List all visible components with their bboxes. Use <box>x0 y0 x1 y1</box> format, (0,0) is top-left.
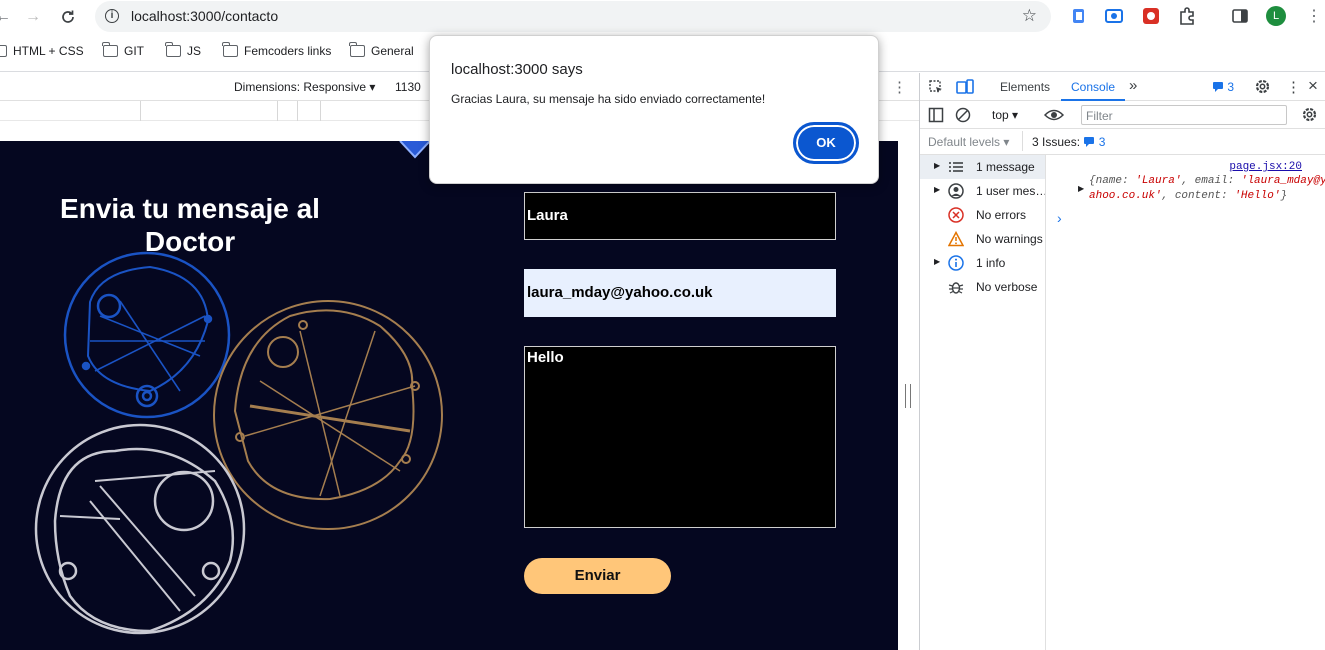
width-input[interactable]: 1130 <box>395 80 421 94</box>
browser-toolbar: ← → i localhost:3000/contacto ☆ L ⋮ <box>0 0 1325 34</box>
console-settings-gear-icon[interactable] <box>1301 106 1318 123</box>
send-button[interactable]: Enviar <box>524 558 671 594</box>
alert-message: Gracias Laura, su mensaje ha sido enviad… <box>451 92 766 106</box>
sidebar-item-user-messages[interactable]: ▶ 1 user mes… <box>920 179 1045 203</box>
device-toggle-icon[interactable] <box>956 79 974 95</box>
settings-gear-icon[interactable] <box>1254 78 1271 95</box>
filter-input[interactable]: Filter <box>1081 105 1287 125</box>
dimensions-dropdown[interactable]: Dimensions: Responsive ▾ <box>234 80 375 94</box>
back-arrow-icon[interactable]: ← <box>0 6 14 28</box>
folder-icon <box>102 42 118 57</box>
message-icon <box>1213 82 1223 92</box>
url-text[interactable]: localhost:3000/contacto <box>131 8 278 24</box>
sidebar-item-verbose[interactable]: No verbose <box>920 275 1045 299</box>
address-bar[interactable]: i localhost:3000/contacto ☆ <box>95 1 1051 32</box>
folder-icon <box>349 42 365 57</box>
tab-elements[interactable]: Elements <box>1000 80 1050 94</box>
source-link[interactable]: page.jsx:20 <box>1229 161 1302 173</box>
user-icon <box>948 183 964 199</box>
extension-translate-icon[interactable] <box>1069 6 1089 26</box>
live-expression-eye-icon[interactable] <box>1044 108 1064 122</box>
divider <box>1022 131 1023 151</box>
profile-avatar[interactable]: L <box>1266 6 1286 26</box>
sidebar-item-errors[interactable]: No errors <box>920 203 1045 227</box>
message-textarea[interactable]: Hello <box>524 346 836 528</box>
extensions-puzzle-icon[interactable] <box>1177 6 1197 26</box>
expand-arrow-icon[interactable]: ▶ <box>934 257 940 266</box>
sidebar-toggle-icon[interactable] <box>928 107 944 123</box>
list-icon <box>949 162 963 172</box>
console-log-object[interactable]: {name: 'Laura', email: 'laura_mday@yahoo… <box>1089 174 1325 204</box>
inspect-element-icon[interactable] <box>928 79 944 95</box>
issues-badge[interactable]: 3 <box>1212 80 1234 94</box>
levels-bar: Default levels ▾ 3 Issues: 3 <box>920 129 1325 155</box>
forward-arrow-icon[interactable]: → <box>22 6 44 28</box>
ruler-tick <box>297 101 298 121</box>
devtools-panel: Elements Console » 3 ⋮ × top ▾ Filter De… <box>919 73 1325 650</box>
issues-link[interactable]: 3 Issues: 3 <box>1032 135 1105 149</box>
info-icon <box>948 255 964 271</box>
console-sidebar: ▶ 1 message ▶ 1 user mes… No errors No w… <box>920 155 1046 650</box>
extension-red-icon[interactable] <box>1141 6 1161 26</box>
side-panel-icon[interactable] <box>1230 6 1250 26</box>
devtools-tabbar: Elements Console » 3 ⋮ × <box>920 73 1325 101</box>
ruler-tick <box>140 101 141 121</box>
reload-icon[interactable] <box>57 6 79 28</box>
name-input[interactable]: Laura <box>524 192 836 240</box>
folder-icon <box>222 42 238 57</box>
alert-dialog: localhost:3000 says Gracias Laura, su me… <box>429 35 879 184</box>
bookmark-femcoders-links[interactable]: Femcoders links <box>222 42 331 58</box>
device-toolbar-more-icon[interactable]: ⋮ <box>892 78 907 96</box>
console-output: page.jsx:20 ▶ {name: 'Laura', email: 'la… <box>1047 155 1325 650</box>
folder-icon <box>0 45 7 57</box>
sidebar-item-info[interactable]: ▶ 1 info <box>920 251 1045 275</box>
bookmark-html-css[interactable]: HTML + CSS <box>0 44 84 58</box>
expand-object-arrow-icon[interactable]: ▶ <box>1078 184 1084 193</box>
email-input[interactable]: laura_mday@yahoo.co.uk <box>524 269 836 317</box>
console-toolbar: top ▾ Filter <box>920 101 1325 129</box>
gallifreyan-illustration-icon <box>34 251 443 635</box>
sidebar-item-messages[interactable]: ▶ 1 message <box>920 155 1045 179</box>
error-icon <box>948 207 964 223</box>
bookmark-js[interactable]: JS <box>165 42 201 58</box>
devtools-menu-icon[interactable]: ⋮ <box>1286 78 1301 96</box>
contact-page: Envia tu mensaje al Doctor Laura laura_m… <box>0 141 898 650</box>
bug-icon <box>948 282 964 294</box>
expand-arrow-icon[interactable]: ▶ <box>934 185 940 194</box>
bookmark-general[interactable]: General <box>349 42 414 58</box>
expand-arrow-icon[interactable]: ▶ <box>934 161 940 170</box>
clear-console-icon[interactable] <box>955 107 971 123</box>
browser-menu-icon[interactable]: ⋮ <box>1306 6 1322 26</box>
close-devtools-icon[interactable]: × <box>1308 76 1318 96</box>
console-prompt-icon[interactable]: › <box>1057 210 1062 226</box>
ruler-tick <box>277 101 278 121</box>
bookmark-git[interactable]: GIT <box>102 42 144 58</box>
viewport-resize-handle[interactable] <box>905 384 911 408</box>
more-tabs-chevron-icon[interactable]: » <box>1129 77 1137 94</box>
extension-screen-icon[interactable] <box>1104 6 1124 26</box>
site-info-icon[interactable]: i <box>105 9 119 23</box>
sidebar-item-warnings[interactable]: No warnings <box>920 227 1045 251</box>
tab-console[interactable]: Console <box>1071 80 1115 94</box>
levels-dropdown[interactable]: Default levels ▾ <box>928 135 1009 149</box>
ruler-tick <box>320 101 321 121</box>
message-icon <box>1084 137 1095 147</box>
warning-icon <box>948 231 964 247</box>
bookmark-star-icon[interactable]: ☆ <box>1022 6 1037 26</box>
context-selector[interactable]: top ▾ <box>992 108 1018 122</box>
folder-icon <box>165 42 181 57</box>
ok-button[interactable]: OK <box>793 122 859 164</box>
alert-title: localhost:3000 says <box>451 61 583 78</box>
